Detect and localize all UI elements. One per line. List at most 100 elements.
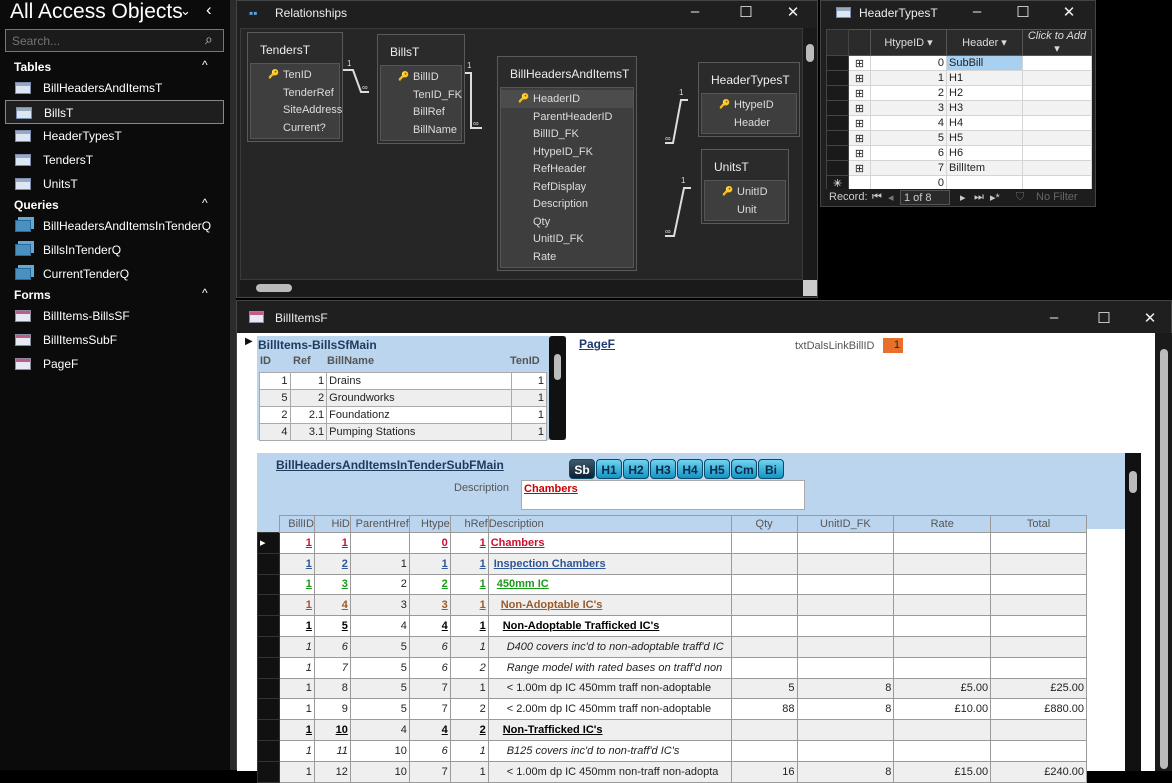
close-button[interactable]: ✕: [1135, 309, 1165, 327]
header-cell[interactable]: SubBill: [946, 55, 1023, 71]
total-cell[interactable]: [990, 532, 1087, 554]
expand-icon[interactable]: ⊞: [848, 70, 871, 86]
vertical-scrollbar[interactable]: [549, 336, 566, 440]
table-row[interactable]: ⊞ 1 H1: [826, 70, 1092, 86]
column-header[interactable]: Header ▾: [946, 29, 1023, 56]
rate-cell[interactable]: [893, 615, 992, 637]
htype-cell[interactable]: 4: [408, 615, 451, 637]
rate-cell[interactable]: [893, 573, 992, 596]
href-cell[interactable]: 1: [449, 739, 489, 762]
search-input[interactable]: [5, 29, 224, 52]
field[interactable]: Rate: [501, 248, 633, 266]
header-cell[interactable]: BillItem: [946, 160, 1023, 176]
rate-cell[interactable]: [893, 656, 992, 679]
total-cell[interactable]: £25.00: [990, 677, 1087, 700]
first-record-button[interactable]: ⏮: [872, 191, 882, 204]
row-selector[interactable]: [257, 760, 280, 783]
total-cell[interactable]: [990, 552, 1087, 575]
total-cell[interactable]: [990, 739, 1087, 762]
unitid-fk-cell[interactable]: [796, 739, 895, 762]
expand-icon[interactable]: ⊞: [848, 115, 871, 131]
unitid-fk-cell[interactable]: [796, 594, 895, 617]
billid-cell[interactable]: 1: [278, 677, 315, 700]
hid-cell[interactable]: 2: [313, 552, 351, 575]
qty-cell[interactable]: [730, 615, 798, 637]
close-button[interactable]: ✕: [1054, 3, 1084, 21]
description-cell[interactable]: Non-Trafficked IC's: [487, 719, 732, 741]
href-cell[interactable]: 1: [449, 635, 489, 658]
billid-cell[interactable]: 1: [278, 760, 315, 783]
unitid-fk-cell[interactable]: [796, 635, 895, 658]
collapse-group-icon[interactable]: ^: [202, 196, 208, 210]
table-row[interactable]: ⊞ 2 H2: [826, 85, 1092, 101]
billid-cell[interactable]: 1: [278, 552, 315, 575]
table-row[interactable]: ⊞ 5 H5: [826, 130, 1092, 146]
rate-cell[interactable]: [893, 594, 992, 617]
total-cell[interactable]: [990, 615, 1087, 637]
billid-cell[interactable]: 1: [278, 656, 315, 679]
htypeid-cell[interactable]: 2: [870, 85, 947, 101]
field[interactable]: ParentHeaderID: [501, 108, 633, 126]
billid-cell[interactable]: 1: [278, 739, 315, 762]
parenthref-cell[interactable]: 4: [349, 719, 410, 741]
htype-cell[interactable]: 0: [408, 532, 451, 554]
ref-cell[interactable]: 2: [289, 389, 328, 407]
htypeid-cell[interactable]: 1: [870, 70, 947, 86]
field[interactable]: 🔑 HtypeID: [702, 96, 796, 114]
qty-cell[interactable]: 88: [730, 698, 798, 721]
header-cell[interactable]: H5: [946, 130, 1023, 146]
description-cell[interactable]: < 1.00m dp IC 450mm non-traff non-adopta: [487, 760, 732, 783]
tenid-cell[interactable]: 1: [511, 406, 547, 424]
parenthref-cell[interactable]: 5: [349, 698, 410, 721]
row-selector[interactable]: [826, 70, 849, 86]
table-row[interactable]: ▸ 1 1 0 1 Chambers: [257, 532, 1087, 554]
rate-cell[interactable]: £10.00: [893, 698, 992, 721]
field[interactable]: TenID_FK: [381, 86, 462, 104]
header-cell[interactable]: H3: [946, 100, 1023, 116]
row-selector[interactable]: [257, 615, 280, 637]
nav-item[interactable]: BillItemsSubF: [5, 328, 224, 352]
billid-cell[interactable]: 1: [278, 698, 315, 721]
close-button[interactable]: ✕: [778, 3, 808, 21]
field[interactable]: Qty: [501, 213, 633, 231]
empty-cell[interactable]: [1022, 115, 1092, 131]
no-filter-button[interactable]: No Filter: [1036, 191, 1078, 203]
minimize-button[interactable]: –: [1039, 309, 1069, 326]
parenthref-cell[interactable]: 4: [349, 615, 410, 637]
qty-cell[interactable]: [730, 552, 798, 575]
tenid-cell[interactable]: 1: [511, 372, 547, 390]
table-row[interactable]: 2 2.1 Foundationz 1: [259, 406, 547, 424]
nav-item[interactable]: UnitsT: [5, 172, 224, 196]
column-header[interactable]: hRef: [449, 515, 489, 533]
href-cell[interactable]: 1: [449, 573, 489, 596]
nav-item[interactable]: PageF: [5, 352, 224, 376]
rate-cell[interactable]: [893, 532, 992, 554]
htypeid-cell[interactable]: 7: [870, 160, 947, 176]
hid-cell[interactable]: 10: [313, 719, 351, 741]
field[interactable]: SiteAddress: [251, 101, 342, 119]
row-selector[interactable]: [826, 85, 849, 101]
description-cell[interactable]: Non-Adoptable Trafficked IC's: [487, 615, 732, 637]
total-cell[interactable]: [990, 656, 1087, 679]
group-header-forms[interactable]: Forms: [14, 288, 51, 302]
total-cell[interactable]: [990, 635, 1087, 658]
href-cell[interactable]: 1: [449, 760, 489, 783]
field[interactable]: Description: [501, 195, 633, 213]
expand-icon[interactable]: ⊞: [848, 145, 871, 161]
empty-cell[interactable]: [1022, 145, 1092, 161]
ref-cell[interactable]: 2.1: [289, 406, 328, 424]
ref-cell[interactable]: 3.1: [289, 423, 328, 441]
nav-item[interactable]: BillHeadersAndItemsInTenderQ: [5, 214, 224, 238]
table-box[interactable]: HeaderTypesT 🔑 HtypeID Header: [698, 62, 800, 137]
table-row[interactable]: 1 9 5 7 2 < 2.00m dp IC 450mm traff non-adopt…: [257, 698, 1087, 721]
header-cell[interactable]: H4: [946, 115, 1023, 131]
id-cell[interactable]: 5: [259, 389, 291, 407]
parenthref-cell[interactable]: 10: [349, 760, 410, 783]
column-header[interactable]: HiD: [313, 515, 351, 533]
id-cell[interactable]: 2: [259, 406, 291, 424]
scroll-thumb[interactable]: [1160, 349, 1168, 769]
qty-cell[interactable]: [730, 532, 798, 554]
column-header[interactable]: HtypeID ▾: [870, 29, 947, 56]
header-filter-button-h4[interactable]: H4: [677, 459, 703, 479]
table-box[interactable]: UnitsT 🔑 UnitID Unit: [701, 149, 789, 224]
